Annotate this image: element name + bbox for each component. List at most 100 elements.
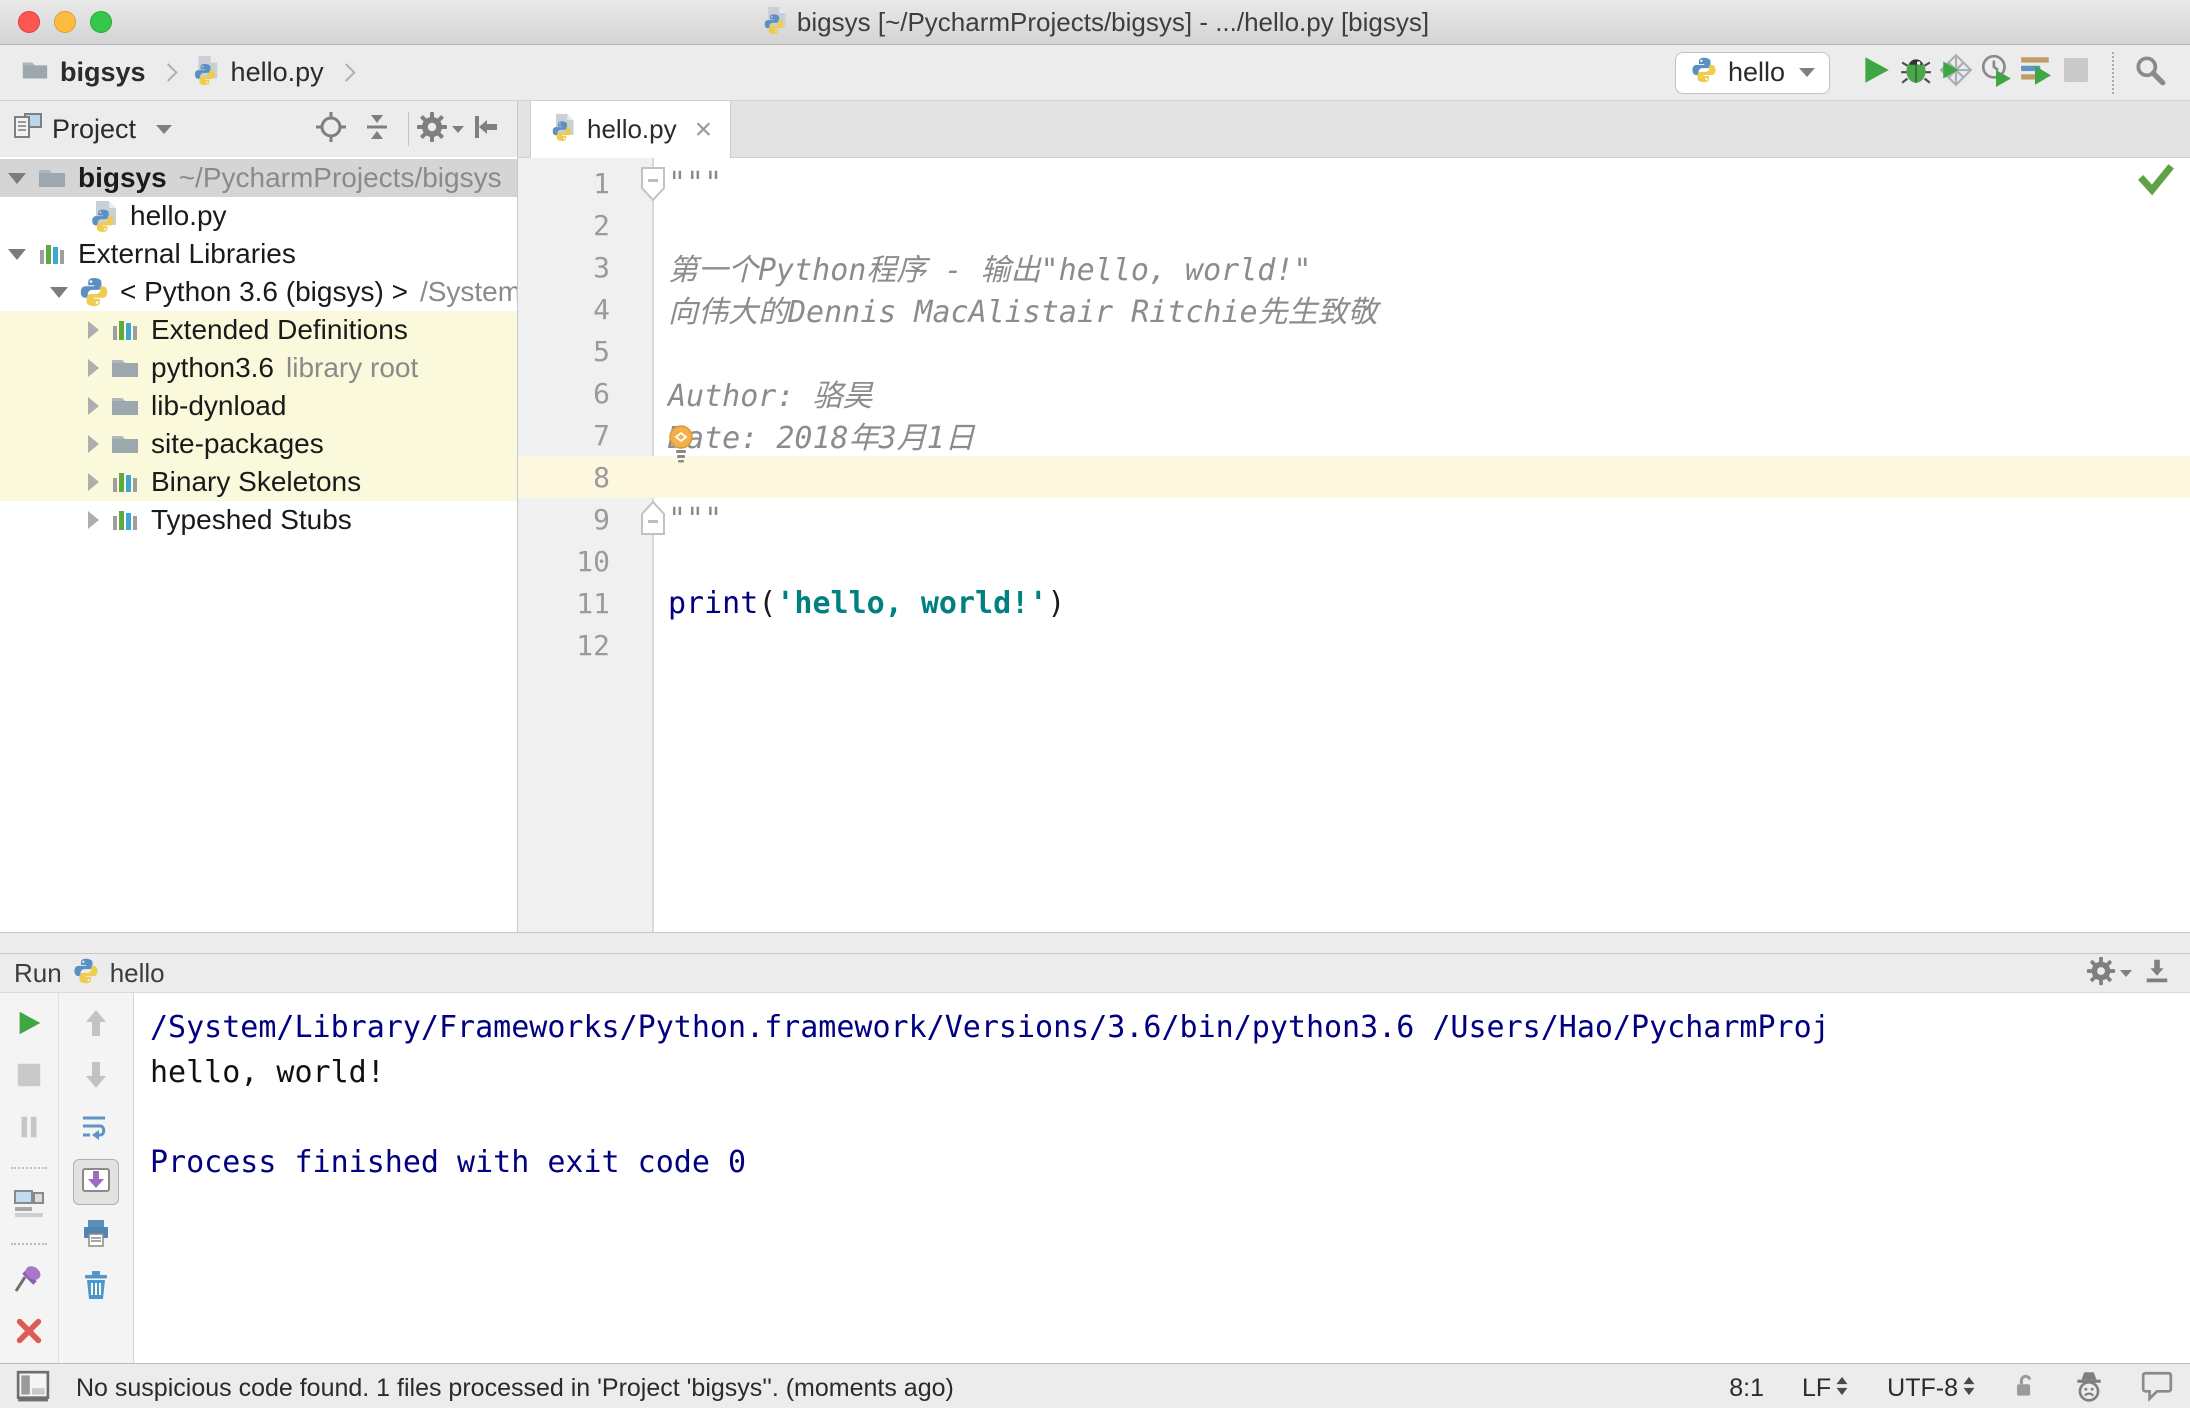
- tree-item-lib-dynload[interactable]: lib-dynload: [0, 387, 517, 425]
- library-icon: [36, 238, 68, 270]
- fold-region-start-marker[interactable]: [637, 166, 669, 202]
- hide-left-icon: [470, 111, 502, 148]
- editor-line-5: 5: [518, 330, 2190, 372]
- encoding-widget[interactable]: UTF-8: [1887, 1374, 1976, 1403]
- breadcrumb-project[interactable]: bigsys: [60, 57, 146, 88]
- close-window-button[interactable]: [18, 11, 40, 33]
- pause-output-button[interactable]: [7, 1107, 51, 1151]
- editor-line-12: 12: [518, 624, 2190, 666]
- python-file-icon: [88, 200, 120, 232]
- lock-widget[interactable]: [2010, 1372, 2038, 1405]
- search-everywhere-button[interactable]: [2130, 51, 2170, 95]
- run-with-coverage-button[interactable]: [1936, 51, 1976, 95]
- run-configuration-selector[interactable]: hello: [1674, 51, 1830, 94]
- tree-expanded-icon[interactable]: [50, 286, 68, 298]
- titlebar: bigsys [~/PycharmProjects/bigsys] - .../…: [0, 0, 2190, 45]
- concurrency-icon: [2019, 53, 2053, 92]
- hector-inspector-widget[interactable]: [2072, 1369, 2106, 1408]
- intention-bulb-icon[interactable]: [664, 424, 698, 468]
- updown-icon: [1835, 1374, 1849, 1403]
- collapse-all-button[interactable]: [358, 110, 396, 148]
- status-bar: No suspicious code found. 1 files proces…: [0, 1363, 2190, 1408]
- trash-icon: [80, 1269, 112, 1306]
- tree-collapsed-icon[interactable]: [88, 435, 99, 453]
- tree-item-python3.6[interactable]: python3.6 library root: [0, 349, 517, 387]
- tree-item-bigsys[interactable]: bigsys ~/PycharmProjects/bigsys: [0, 159, 517, 197]
- toolbar-separator: [11, 1167, 47, 1169]
- editor-line-6: 6 Author: 骆昊: [518, 372, 2190, 415]
- tree-item-hello.py[interactable]: hello.py: [0, 197, 517, 235]
- tree-collapsed-icon[interactable]: [88, 511, 99, 529]
- event-log-widget[interactable]: [2140, 1369, 2174, 1408]
- profile-button[interactable]: [1976, 51, 2016, 95]
- print-button[interactable]: [74, 1213, 118, 1257]
- tree-item-label: Extended Definitions: [151, 314, 408, 345]
- debug-button[interactable]: [1896, 51, 1936, 95]
- soft-wrap-button[interactable]: [74, 1107, 118, 1151]
- tree-item-extended-definitions[interactable]: Extended Definitions: [0, 311, 517, 349]
- close-run-tab-button[interactable]: [7, 1311, 51, 1355]
- hide-run-panel-button[interactable]: [2138, 954, 2176, 992]
- breadcrumb: bigsys hello.py: [20, 55, 359, 90]
- stop-button[interactable]: [2056, 51, 2096, 95]
- hide-panel-button[interactable]: [467, 110, 505, 148]
- line-code: Date: 2018年3月1日: [668, 421, 975, 456]
- tree-item-label: hello.py: [130, 200, 227, 231]
- pin-icon: [13, 1263, 45, 1300]
- code-editor[interactable]: 1 """ 2 3 第一个Python程序 - 输出"hello, world!" 4 向伟…: [518, 158, 2190, 932]
- run-panel-settings-button[interactable]: [2086, 954, 2132, 992]
- editor-run-splitter[interactable]: [0, 932, 2190, 953]
- line-separator-widget[interactable]: LF: [1802, 1374, 1849, 1403]
- clear-all-button[interactable]: [74, 1265, 118, 1309]
- tool-window-switcher-icon[interactable]: [16, 1369, 50, 1408]
- tree-item-external-libraries[interactable]: External Libraries: [0, 235, 517, 273]
- tree-item-hint: ~/PycharmProjects/bigsys: [178, 162, 502, 193]
- stop-process-button[interactable]: [7, 1055, 51, 1099]
- down-stack-trace-button[interactable]: [74, 1055, 118, 1099]
- tree-item-typeshed-stubs[interactable]: Typeshed Stubs: [0, 501, 517, 539]
- pin-tab-button[interactable]: [7, 1259, 51, 1303]
- breadcrumb-file[interactable]: hello.py: [231, 57, 324, 88]
- gear-icon: [2086, 956, 2116, 991]
- locate-file-button[interactable]: [312, 110, 350, 148]
- tree-item-label: < Python 3.6 (bigsys) >: [120, 276, 408, 307]
- python-file-icon: [191, 55, 221, 90]
- tree-item-label: python3.6: [151, 352, 274, 383]
- project-tree[interactable]: bigsys ~/PycharmProjects/bigsys hello.py Ex…: [0, 157, 517, 932]
- zoom-window-button[interactable]: [90, 11, 112, 33]
- scroll-to-end-button[interactable]: [73, 1159, 119, 1205]
- fold-region-end-marker[interactable]: [637, 500, 669, 536]
- run-console-output[interactable]: /System/Library/Frameworks/Python.framew…: [134, 993, 2190, 1363]
- editor-line-3: 3 第一个Python程序 - 输出"hello, world!": [518, 246, 2190, 289]
- up-stack-trace-button[interactable]: [74, 1003, 118, 1047]
- tree-collapsed-icon[interactable]: [88, 397, 99, 415]
- concurrency-diagram-button[interactable]: [2016, 51, 2056, 95]
- tree-item-binary-skeletons[interactable]: Binary Skeletons: [0, 463, 517, 501]
- collapse-all-icon: [361, 111, 393, 148]
- rerun-button[interactable]: [7, 1003, 51, 1047]
- console-line: hello, world!: [150, 1055, 385, 1090]
- tab-hello-py[interactable]: hello.py ×: [530, 101, 732, 158]
- line-code: Author: 骆昊: [668, 379, 873, 414]
- tree-collapsed-icon[interactable]: [88, 321, 99, 339]
- minimize-window-button[interactable]: [54, 11, 76, 33]
- editor-line-8: 8: [518, 456, 2190, 498]
- close-icon: [14, 1316, 44, 1351]
- tree-expanded-icon[interactable]: [8, 172, 26, 184]
- tree-expanded-icon[interactable]: [8, 248, 26, 260]
- library-icon: [109, 314, 141, 346]
- tree-collapsed-icon[interactable]: [88, 473, 99, 491]
- caret-position-widget[interactable]: 8:1: [1729, 1374, 1764, 1403]
- inspection-ok-icon[interactable]: [2138, 164, 2174, 200]
- panel-settings-button[interactable]: [417, 110, 464, 148]
- project-panel-title[interactable]: Project: [52, 114, 136, 145]
- tree-item-site-packages[interactable]: site-packages: [0, 425, 517, 463]
- tree-collapsed-icon[interactable]: [88, 359, 99, 377]
- tree-item-python-3.6-bigsys[interactable]: < Python 3.6 (bigsys) > /System: [0, 273, 517, 311]
- tab-close-icon[interactable]: ×: [695, 114, 713, 145]
- run-button[interactable]: [1856, 51, 1896, 95]
- switcher-icon: [16, 1369, 50, 1408]
- project-tool-window: Project bigsys ~/PycharmProjects/bigsys he…: [0, 101, 518, 932]
- restore-layout-button[interactable]: [7, 1183, 51, 1227]
